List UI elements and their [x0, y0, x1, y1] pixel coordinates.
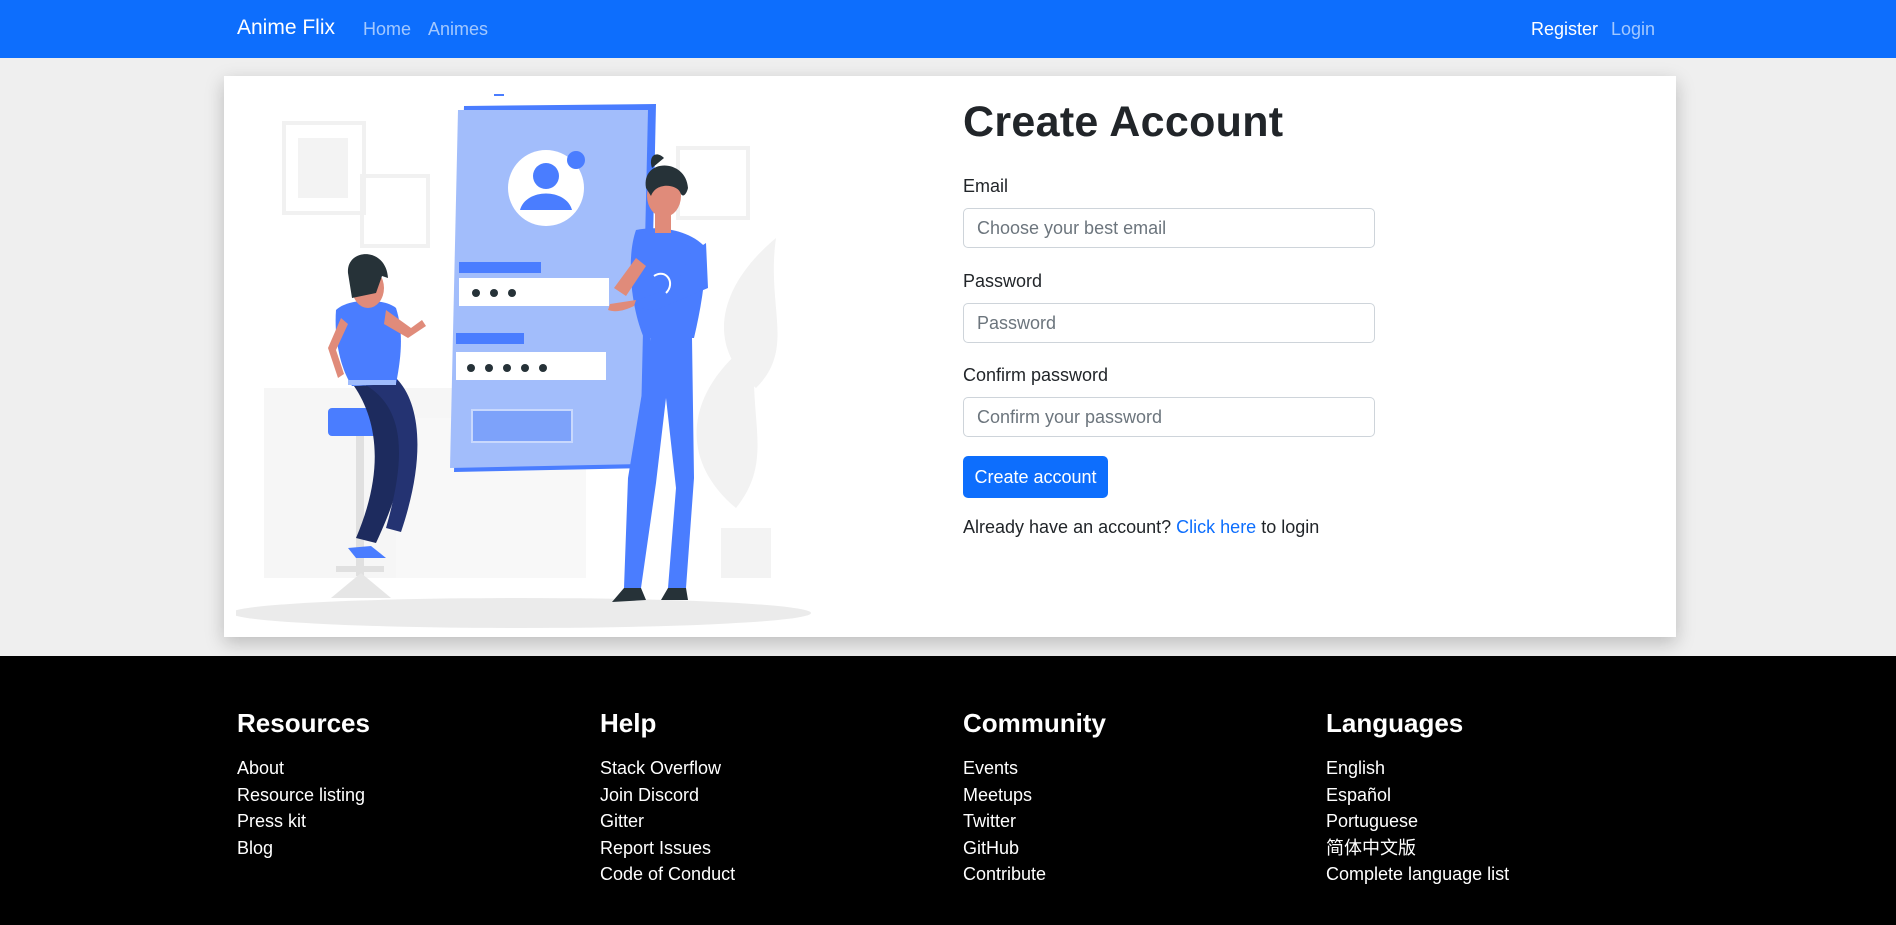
nav-link-register[interactable]: Register	[1531, 19, 1598, 40]
site-footer: Resources About Resource listing Press k…	[0, 656, 1896, 925]
email-field[interactable]	[963, 208, 1375, 248]
footer-link[interactable]: Twitter	[963, 811, 1016, 831]
login-link[interactable]: Click here	[1176, 517, 1256, 537]
page-title: Create Account	[963, 98, 1284, 146]
footer-link[interactable]: English	[1326, 758, 1385, 778]
nav-link-animes[interactable]: Animes	[428, 19, 488, 40]
footer-column-help: Help Stack Overflow Join Discord Gitter …	[600, 708, 940, 888]
login-prompt-suffix: to login	[1261, 517, 1320, 537]
footer-column-languages: Languages English Español Portuguese 简体中…	[1326, 708, 1666, 888]
footer-link[interactable]: Press kit	[237, 811, 306, 831]
confirm-password-field[interactable]	[963, 397, 1375, 437]
footer-link[interactable]: Complete language list	[1326, 864, 1509, 884]
footer-column-title: Resources	[237, 708, 370, 738]
create-account-button[interactable]: Create account	[963, 456, 1108, 498]
email-label: Email	[963, 176, 1009, 196]
footer-column-community: Community Events Meetups Twitter GitHub …	[963, 708, 1303, 888]
footer-link[interactable]: Resource listing	[237, 785, 365, 805]
footer-column-title: Languages	[1326, 708, 1464, 738]
nav-link-login[interactable]: Login	[1611, 19, 1655, 40]
top-navbar: Anime Flix Home Animes Register Login	[0, 0, 1896, 58]
footer-link[interactable]: Español	[1326, 785, 1391, 805]
footer-link[interactable]: Gitter	[600, 811, 644, 831]
password-label: Password	[963, 271, 1043, 291]
signup-card: Create Account Email Password Confirm pa…	[224, 76, 1676, 637]
brand-link[interactable]: Anime Flix	[237, 16, 335, 40]
footer-link[interactable]: Meetups	[963, 785, 1032, 805]
footer-link[interactable]: Code of Conduct	[600, 864, 735, 884]
password-field[interactable]	[963, 303, 1375, 343]
login-prompt-prefix: Already have an account?	[963, 517, 1172, 537]
footer-link[interactable]: Portuguese	[1326, 811, 1418, 831]
footer-link[interactable]: GitHub	[963, 838, 1019, 858]
footer-link[interactable]: About	[237, 758, 284, 778]
nav-link-home[interactable]: Home	[363, 19, 411, 40]
login-prompt: Already have an account? Click here to l…	[963, 517, 1319, 538]
footer-link[interactable]: Join Discord	[600, 785, 699, 805]
footer-link[interactable]: Events	[963, 758, 1018, 778]
signup-illustration-icon	[236, 94, 811, 628]
footer-column-resources: Resources About Resource listing Press k…	[237, 708, 577, 861]
footer-column-title: Community	[963, 708, 1106, 738]
footer-column-title: Help	[600, 708, 657, 738]
footer-link[interactable]: Stack Overflow	[600, 758, 721, 778]
footer-link[interactable]: Report Issues	[600, 838, 711, 858]
footer-link[interactable]: 简体中文版	[1326, 838, 1416, 858]
footer-link[interactable]: Blog	[237, 838, 273, 858]
confirm-password-label: Confirm password	[963, 365, 1109, 385]
footer-link[interactable]: Contribute	[963, 864, 1046, 884]
